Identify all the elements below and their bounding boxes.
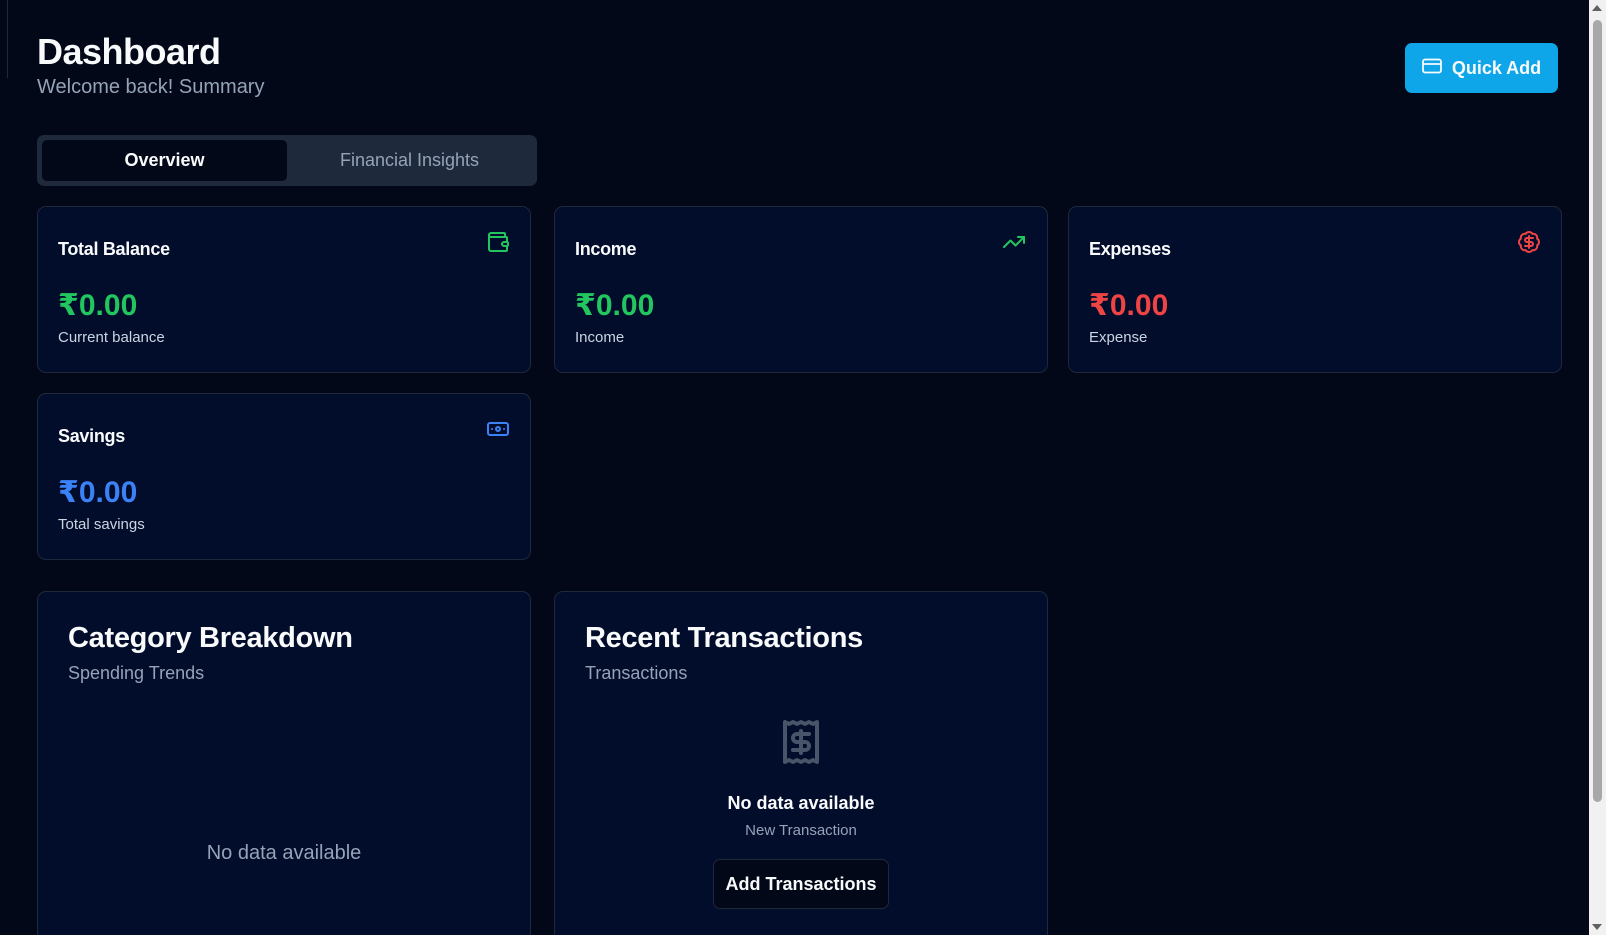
- recent-transactions-panel: Recent Transactions Transactions No data…: [554, 591, 1048, 935]
- banknote-icon: [486, 417, 510, 446]
- savings-title: Savings: [58, 426, 125, 446]
- savings-caption: Total savings: [58, 516, 145, 533]
- page-subtitle: Welcome back! Summary: [37, 76, 265, 98]
- page-scrollbar[interactable]: [1589, 0, 1606, 935]
- page-header: Dashboard Welcome back! Summary: [37, 30, 264, 99]
- expenses-caption: Expense: [1089, 329, 1148, 346]
- savings-card: Savings ₹0.00 Total savings: [37, 393, 531, 560]
- expenses-title: Expenses: [1089, 239, 1171, 259]
- tab-list: Overview Financial Insights: [37, 135, 537, 186]
- scrollbar-thumb[interactable]: [1593, 20, 1602, 802]
- quick-add-button[interactable]: Quick Add: [1405, 43, 1558, 93]
- total-balance-caption: Current balance: [58, 329, 165, 346]
- tab-overview[interactable]: Overview: [42, 140, 287, 181]
- savings-value: ₹0.00: [58, 476, 138, 509]
- category-breakdown-panel: Category Breakdown Spending Trends No da…: [37, 591, 531, 935]
- trending-up-icon: [1001, 230, 1027, 259]
- total-balance-card: Total Balance ₹0.00 Current balance: [37, 206, 531, 373]
- income-value: ₹0.00: [575, 289, 655, 322]
- page-title: Dashboard: [37, 31, 221, 72]
- income-card: Income ₹0.00 Income: [554, 206, 1048, 373]
- receipt-icon: [777, 714, 825, 775]
- credit-card-icon: [1421, 58, 1442, 79]
- category-breakdown-subtitle: Spending Trends: [68, 663, 205, 683]
- income-title: Income: [575, 239, 637, 259]
- recent-transactions-subtitle: Transactions: [585, 663, 688, 683]
- sidebar-edge: [7, 0, 8, 78]
- dashboard-page: Dashboard Welcome back! Summary Quick Ad…: [0, 0, 1606, 935]
- add-transactions-button[interactable]: Add Transactions: [713, 859, 889, 909]
- recent-transactions-title: Recent Transactions: [585, 622, 863, 654]
- total-balance-title: Total Balance: [58, 239, 170, 259]
- category-empty-text: No data available: [206, 842, 362, 864]
- income-caption: Income: [575, 329, 625, 346]
- expenses-value: ₹0.00: [1089, 289, 1169, 322]
- transactions-empty-state: No data available New Transaction Add Tr…: [585, 714, 1017, 909]
- total-balance-value: ₹0.00: [58, 289, 138, 322]
- scroll-down-arrow-icon[interactable]: [1592, 924, 1602, 930]
- quick-add-label: Quick Add: [1451, 57, 1542, 78]
- wallet-icon: [486, 230, 510, 259]
- transactions-empty-subtitle: New Transaction: [745, 822, 857, 839]
- scroll-up-arrow-icon[interactable]: [1592, 5, 1602, 11]
- transactions-empty-title: No data available: [727, 793, 875, 813]
- expenses-card: Expenses ₹0.00 Expense: [1068, 206, 1562, 373]
- tab-financial-insights[interactable]: Financial Insights: [287, 140, 532, 181]
- category-breakdown-title: Category Breakdown: [68, 622, 353, 654]
- dollar-circle-icon: [1517, 230, 1541, 259]
